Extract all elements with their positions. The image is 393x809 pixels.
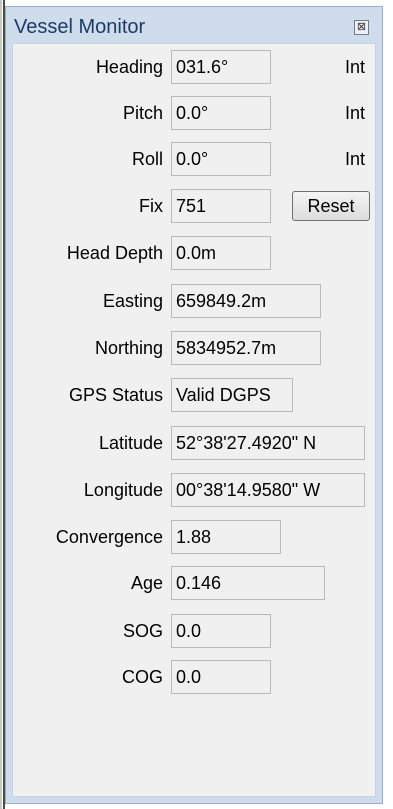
sog-label: SOG [122, 621, 163, 641]
convergence-field: 1.88 [171, 520, 281, 554]
latitude-label: Latitude [98, 433, 163, 453]
heading-label: Heading [95, 57, 163, 77]
cog-field: 0.0 [171, 660, 271, 694]
row-pitch: Pitch 0.0° Int [13, 94, 375, 132]
age-field: 0.146 [171, 566, 325, 600]
edge-line-light [0, 0, 2, 809]
easting-label: Easting [102, 291, 163, 311]
roll-label: Roll [131, 149, 163, 169]
row-longitude: Longitude 00°38'14.9580" W [13, 471, 375, 509]
row-head-depth: Head Depth 0.0m [13, 234, 375, 272]
heading-mode: Int [344, 57, 365, 77]
heading-field: 031.6° [171, 50, 271, 84]
roll-field: 0.0° [171, 142, 271, 176]
close-icon[interactable]: ⊠ [354, 20, 369, 35]
row-gps-status: GPS Status Valid DGPS [13, 376, 375, 414]
head-depth-field: 0.0m [171, 236, 271, 270]
row-age: Age 0.146 [13, 564, 375, 602]
row-roll: Roll 0.0° Int [13, 140, 375, 178]
longitude-label: Longitude [83, 480, 163, 500]
gps-status-label: GPS Status [68, 385, 163, 405]
easting-field: 659849.2m [171, 284, 321, 318]
row-latitude: Latitude 52°38'27.4920" N [13, 424, 375, 462]
northing-label: Northing [94, 338, 163, 358]
sog-field: 0.0 [171, 614, 271, 648]
row-convergence: Convergence 1.88 [13, 518, 375, 556]
row-easting: Easting 659849.2m [13, 282, 375, 320]
title-bar[interactable]: Vessel Monitor ⊠ [6, 7, 382, 43]
panel-title: Vessel Monitor [14, 16, 146, 38]
reset-button[interactable]: Reset [292, 191, 370, 221]
pitch-mode: Int [344, 103, 365, 123]
pitch-field: 0.0° [171, 96, 271, 130]
latitude-field: 52°38'27.4920" N [171, 426, 365, 460]
northing-field: 5834952.7m [171, 331, 321, 365]
monitor-content: Heading 031.6° Int Pitch 0.0° Int Roll 0… [12, 43, 376, 797]
row-heading: Heading 031.6° Int [13, 48, 375, 86]
row-northing: Northing 5834952.7m [13, 329, 375, 367]
vessel-monitor-panel: Vessel Monitor ⊠ Heading 031.6° Int Pitc… [5, 6, 383, 804]
head-depth-label: Head Depth [66, 243, 163, 263]
convergence-label: Convergence [55, 527, 163, 547]
fix-field: 751 [171, 189, 271, 223]
roll-mode: Int [344, 149, 365, 169]
longitude-field: 00°38'14.9580" W [171, 473, 365, 507]
pitch-label: Pitch [122, 103, 163, 123]
gps-status-field: Valid DGPS [171, 378, 293, 412]
age-label: Age [130, 573, 163, 593]
row-sog: SOG 0.0 [13, 612, 375, 650]
fix-label: Fix [139, 196, 163, 216]
cog-label: COG [121, 667, 163, 687]
row-fix: Fix 751 Reset [13, 187, 375, 225]
row-cog: COG 0.0 [13, 658, 375, 696]
